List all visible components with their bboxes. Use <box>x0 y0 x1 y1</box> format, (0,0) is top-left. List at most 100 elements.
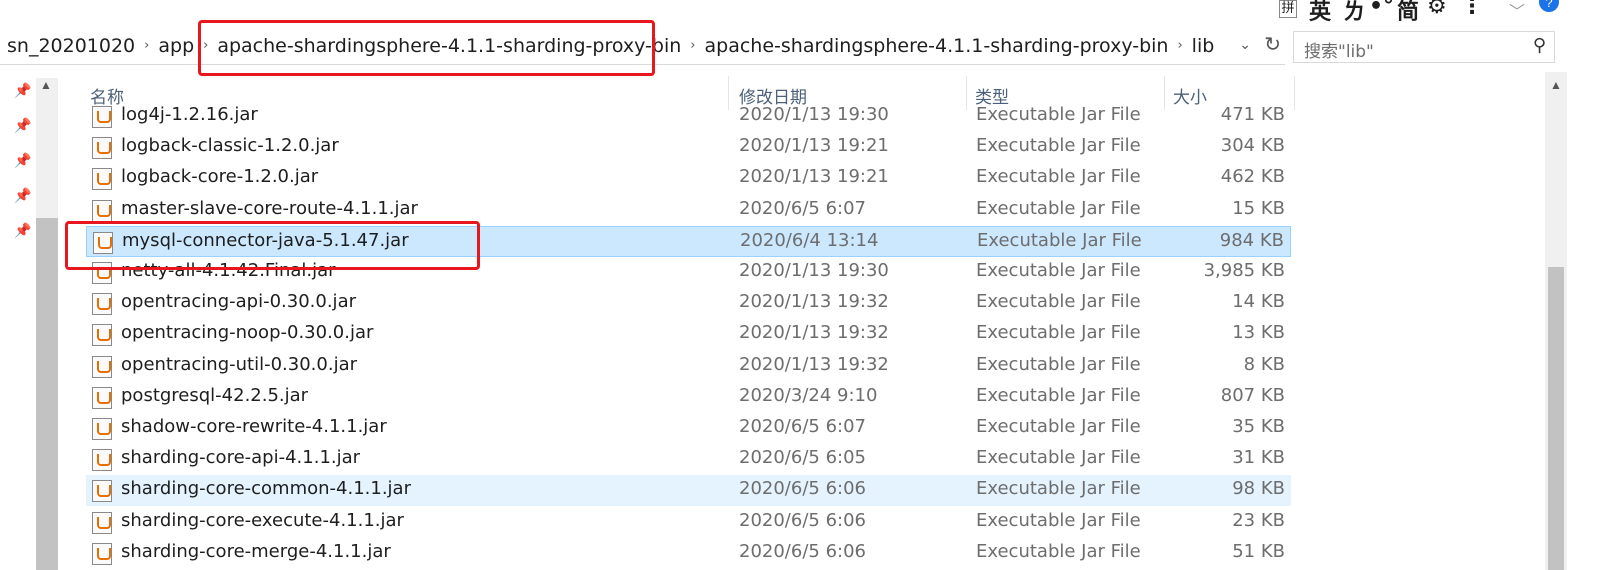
file-type: Executable Jar File <box>976 353 1141 375</box>
file-name: opentracing-noop-0.30.0.jar <box>121 322 374 344</box>
scroll-thumb[interactable] <box>1548 267 1564 570</box>
jar-file-icon <box>92 168 112 191</box>
jar-file-icon <box>92 355 112 378</box>
file-size: 23 KB <box>1232 509 1285 531</box>
pin-icon: 📌 <box>14 152 32 168</box>
refresh-icon[interactable]: ↻ <box>1264 32 1281 57</box>
file-size: 3,985 KB <box>1203 260 1285 281</box>
chevron-down-icon[interactable]: ﹀ <box>1509 0 1525 22</box>
scroll-up-icon[interactable]: ▲ <box>1550 78 1562 92</box>
breadcrumb-item[interactable]: app <box>151 35 201 57</box>
file-row[interactable]: sharding-core-common-4.1.1.jar 2020/6/5 6… <box>86 475 1291 507</box>
file-type: Executable Jar File <box>976 197 1141 219</box>
chevron-right-icon[interactable]: › <box>201 38 210 53</box>
breadcrumb-item[interactable]: lib <box>1185 35 1222 57</box>
file-size: 15 KB <box>1232 197 1285 219</box>
ime-pinyin-icon[interactable]: 拼 <box>1279 0 1297 18</box>
pin-icon: 📌 <box>14 222 32 238</box>
chevron-right-icon[interactable]: › <box>142 38 151 53</box>
jar-file-icon <box>92 262 112 284</box>
file-date: 2020/6/5 6:06 <box>739 540 866 562</box>
file-date: 2020/6/5 6:07 <box>739 197 866 219</box>
file-row[interactable]: logback-core-1.2.0.jar 2020/1/13 19:21 Exe… <box>86 163 1291 194</box>
ime-english-icon[interactable]: 英 <box>1309 0 1331 26</box>
jar-file-icon <box>92 324 112 347</box>
file-name: sharding-core-api-4.1.1.jar <box>121 447 361 469</box>
chevron-right-icon[interactable]: › <box>688 38 697 53</box>
file-size: 31 KB <box>1232 447 1285 469</box>
pin-icon: 📌 <box>14 117 32 133</box>
breadcrumb-item[interactable]: apache-shardingsphere-4.1.1-sharding-pro… <box>210 35 688 57</box>
file-row[interactable]: mysql-connector-java-5.1.47.jar 2020/6/4 … <box>86 225 1291 257</box>
search-box[interactable]: 搜索"lib" ⚲ <box>1293 31 1555 63</box>
column-divider[interactable] <box>1294 76 1295 110</box>
file-list-scrollbar[interactable]: ▲ <box>1545 72 1567 570</box>
file-row[interactable]: sharding-core-execute-4.1.1.jar 2020/6/5 … <box>86 507 1291 538</box>
file-size: 462 KB <box>1220 166 1285 188</box>
pin-icon: 📌 <box>14 82 32 98</box>
file-row[interactable]: sharding-core-merge-4.1.1.jar 2020/6/5 6:… <box>86 538 1291 569</box>
address-bar[interactable]: sn_20201020 › app › apache-shardingspher… <box>0 27 1285 65</box>
file-row[interactable]: postgresql-42.2.5.jar 2020/3/24 9:10 Execu… <box>86 382 1291 413</box>
file-name: opentracing-api-0.30.0.jar <box>121 291 356 313</box>
file-type: Executable Jar File <box>976 509 1141 531</box>
ime-more-icon[interactable]: ⋮ <box>1461 0 1483 19</box>
jar-file-icon <box>92 480 112 503</box>
file-row[interactable]: logback-classic-1.2.0.jar 2020/1/13 19:21… <box>86 132 1291 163</box>
file-size: 98 KB <box>1232 478 1285 500</box>
file-row[interactable]: log4j-1.2.16.jar 2020/1/13 19:30 Executabl… <box>86 102 1291 132</box>
file-row[interactable]: sharding-core-api-4.1.1.jar 2020/6/5 6:05… <box>86 444 1291 475</box>
file-row[interactable]: shadow-core-rewrite-4.1.1.jar 2020/6/5 6:… <box>86 413 1291 444</box>
file-type: Executable Jar File <box>976 104 1141 125</box>
jar-file-icon <box>92 542 112 565</box>
file-date: 2020/6/5 6:06 <box>739 478 866 500</box>
breadcrumb: sn_20201020 › app › apache-shardingspher… <box>0 27 1221 64</box>
file-date: 2020/1/13 19:32 <box>739 291 889 313</box>
file-size: 471 KB <box>1220 104 1285 125</box>
scroll-thumb[interactable] <box>36 218 58 570</box>
file-name: master-slave-core-route-4.1.1.jar <box>121 197 418 219</box>
file-date: 2020/1/13 19:21 <box>739 135 889 157</box>
jar-file-icon <box>92 511 112 534</box>
file-row[interactable]: netty-all-4.1.42.Final.jar 2020/1/13 19:3… <box>86 257 1291 288</box>
file-name: sharding-core-execute-4.1.1.jar <box>121 509 404 531</box>
breadcrumb-item[interactable]: sn_20201020 <box>0 35 142 57</box>
jar-file-icon <box>92 418 112 440</box>
file-size: 304 KB <box>1220 135 1285 157</box>
chevron-right-icon[interactable]: › <box>1175 38 1184 53</box>
file-date: 2020/1/13 19:32 <box>739 353 889 375</box>
search-input[interactable]: 搜索"lib" <box>1304 37 1374 62</box>
file-date: 2020/1/13 19:21 <box>739 166 889 188</box>
file-type: Executable Jar File <box>976 291 1141 313</box>
file-date: 2020/3/24 9:10 <box>739 384 878 406</box>
ime-simplified-icon[interactable]: 简 <box>1397 0 1419 26</box>
search-icon[interactable]: ⚲ <box>1533 35 1546 56</box>
breadcrumb-item[interactable]: apache-shardingsphere-4.1.1-sharding-pro… <box>698 35 1176 57</box>
file-date: 2020/6/5 6:07 <box>739 416 866 437</box>
file-date: 2020/6/5 6:06 <box>739 509 866 531</box>
file-type: Executable Jar File <box>976 478 1141 500</box>
help-icon[interactable]: ? <box>1539 0 1559 12</box>
file-date: 2020/1/13 19:32 <box>739 322 889 344</box>
file-size: 984 KB <box>1219 229 1284 251</box>
file-size: 14 KB <box>1232 291 1285 313</box>
ime-punct-icon[interactable]: •° <box>1369 0 1394 19</box>
file-type: Executable Jar File <box>976 447 1141 469</box>
file-row[interactable]: opentracing-noop-0.30.0.jar 2020/1/13 19:… <box>86 319 1291 350</box>
file-name: opentracing-util-0.30.0.jar <box>121 353 358 375</box>
jar-file-icon <box>92 199 112 222</box>
file-row[interactable]: opentracing-util-0.30.0.jar 2020/1/13 19:… <box>86 351 1291 382</box>
scroll-up-icon[interactable]: ▲ <box>40 78 52 92</box>
address-history-chevron-icon[interactable]: ⌄ <box>1239 36 1251 53</box>
file-date: 2020/1/13 19:30 <box>739 104 889 125</box>
file-row[interactable]: master-slave-core-route-4.1.1.jar 2020/6/… <box>86 195 1291 226</box>
file-date: 2020/1/13 19:30 <box>739 260 889 281</box>
file-date: 2020/6/5 6:05 <box>739 447 866 469</box>
ime-settings-icon[interactable]: ⚙ <box>1427 0 1447 19</box>
file-size: 51 KB <box>1232 540 1285 562</box>
file-row[interactable]: opentracing-api-0.30.0.jar 2020/1/13 19:3… <box>86 288 1291 319</box>
nav-pane-scrollbar[interactable]: ▲ <box>36 78 58 570</box>
file-size: 35 KB <box>1232 416 1285 437</box>
ime-moon-icon[interactable]: ㄌ <box>1343 0 1365 26</box>
jar-file-icon <box>93 231 113 254</box>
